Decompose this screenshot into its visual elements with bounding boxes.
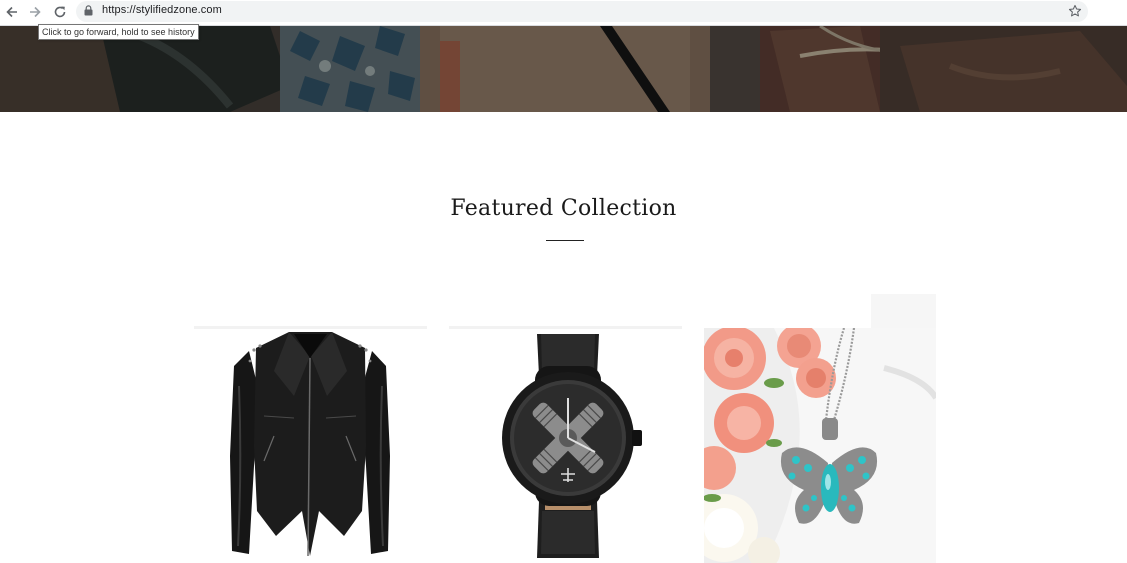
product-card-necklace[interactable]	[704, 328, 936, 563]
product-card-jacket[interactable]	[194, 326, 427, 563]
title-divider	[546, 240, 584, 241]
url-text[interactable]: https://stylifiedzone.com	[102, 4, 222, 16]
arrow-right-icon	[30, 6, 41, 18]
address-bar[interactable]: https://stylifiedzone.com	[76, 1, 1088, 22]
star-icon[interactable]	[1068, 4, 1082, 18]
reload-button[interactable]	[51, 3, 69, 21]
browser-toolbar: https://stylifiedzone.com	[0, 0, 1127, 26]
card-topline	[449, 326, 682, 329]
featured-collection-heading: Featured Collection	[450, 196, 677, 221]
card-topline	[194, 326, 427, 329]
forward-button[interactable]	[26, 3, 44, 21]
product-image-watch[interactable]	[449, 326, 682, 563]
forward-tooltip: Click to go forward, hold to see history	[38, 24, 199, 40]
product-image-necklace[interactable]	[704, 328, 936, 563]
arrow-left-icon	[6, 6, 17, 18]
lock-icon	[84, 5, 93, 16]
product-image-jacket[interactable]	[194, 326, 427, 563]
back-button[interactable]	[3, 3, 21, 21]
product-badge-placeholder	[871, 294, 936, 328]
reload-icon	[54, 6, 66, 18]
product-card-watch[interactable]	[449, 326, 682, 563]
